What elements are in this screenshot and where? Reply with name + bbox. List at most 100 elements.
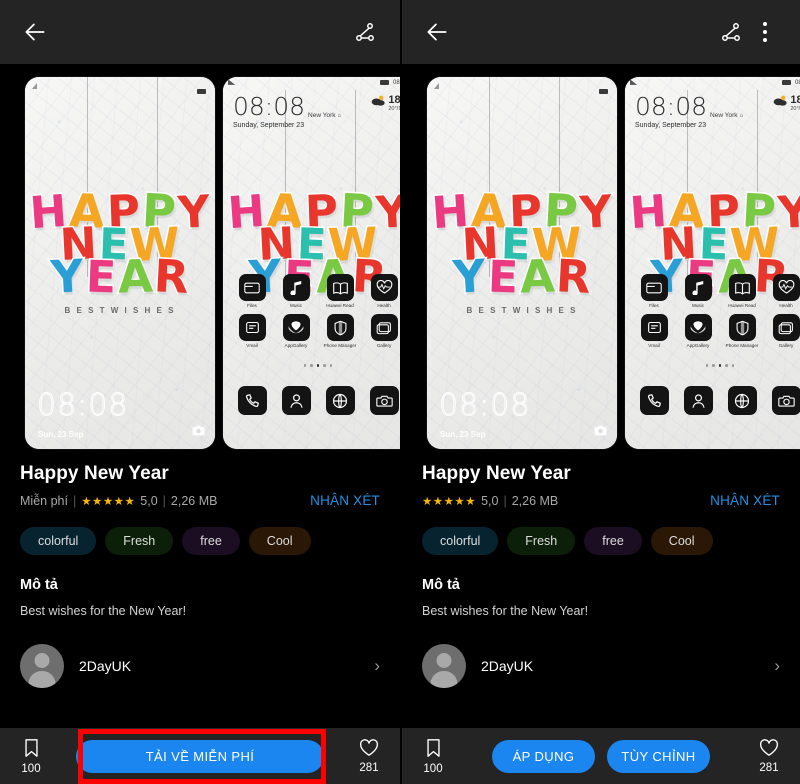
app-icon-camera[interactable]	[764, 386, 800, 415]
tag-colorful[interactable]: colorful	[422, 527, 499, 555]
person-icon	[683, 386, 713, 415]
preview-home-screen[interactable]: 08:08 08:08 New York ⌂ Sunday, September…	[223, 77, 400, 449]
app-icon-gallery[interactable]: Gallery	[764, 314, 800, 348]
tag-fresh[interactable]: Fresh	[105, 527, 174, 555]
file-size: 2,26 MB	[170, 493, 218, 508]
back-button[interactable]	[18, 15, 52, 49]
tag-list[interactable]: colorful Fresh free Cool	[422, 527, 780, 555]
app-icon-appgallery[interactable]: AppGallery	[676, 314, 720, 348]
home-clock-widget[interactable]: 08:08 New York ⌂ Sunday, September 23	[635, 94, 800, 129]
tag-free[interactable]: free	[584, 527, 642, 555]
meta-divider: |	[162, 493, 166, 508]
reviews-link[interactable]: NHẬN XÉT	[710, 493, 780, 508]
meta-divider: |	[72, 493, 77, 508]
tag-cool[interactable]: Cool	[650, 527, 713, 555]
app-icon-music[interactable]: Music	[274, 274, 318, 308]
home-icon-small: ⌂	[337, 113, 342, 119]
app-icon-label: Huawei Read	[326, 303, 354, 308]
appgallery-icon	[282, 314, 310, 341]
customize-button[interactable]: TÙY CHỈNH	[607, 739, 710, 773]
page-title: Happy New Year	[422, 463, 571, 484]
app-icon-contacts[interactable]	[274, 386, 318, 415]
battery-icon	[782, 80, 792, 86]
preview-home-screen[interactable]: 08:08 08:08 New York ⌂ Sunday, September…	[625, 77, 800, 449]
status-time: 08:08	[392, 80, 400, 87]
lock-date: Sun, 23 Sep	[38, 430, 84, 439]
camera-icon	[192, 423, 205, 441]
bottom-action-bar: 100 TẢI VỀ MIỄN PHÍ 281	[0, 728, 400, 784]
heartbeat-icon	[370, 274, 398, 301]
like-button[interactable]: 281	[738, 738, 800, 774]
app-icon-files[interactable]: Files	[230, 274, 274, 308]
app-icon-camera[interactable]	[362, 386, 400, 415]
lock-clock: 08:08	[36, 388, 129, 424]
status-right: 08:08	[380, 80, 400, 87]
description-body: Best wishes for the New Year!	[422, 604, 589, 618]
description-heading: Mô tả	[422, 577, 460, 593]
app-icon-files[interactable]: Files	[632, 274, 676, 308]
tag-free[interactable]: free	[182, 527, 240, 555]
reviews-link[interactable]: NHẬN XÉT	[310, 493, 380, 508]
status-time: 08:08	[794, 80, 800, 87]
app-icon-gallery[interactable]: Gallery	[362, 314, 400, 348]
preview-lock-screen[interactable]: HAPPY NEW YEAR B E S T W I S H E S 08:08…	[427, 77, 617, 449]
tag-list[interactable]: colorful Fresh free Cool	[20, 527, 380, 555]
headline-letter: E	[83, 250, 118, 305]
preview-lock-screen[interactable]: HAPPY NEW YEAR B E S T W I S H E S 08:08…	[25, 77, 215, 449]
like-button[interactable]: 281	[338, 738, 400, 774]
tag-colorful[interactable]: colorful	[20, 527, 97, 555]
share-button[interactable]	[348, 15, 382, 49]
app-icon-label: Vmail	[648, 343, 660, 348]
developer-row[interactable]: 2DayUK ›	[20, 644, 380, 688]
app-icon-contacts[interactable]	[676, 386, 720, 415]
app-icon-label: AppGallery	[284, 343, 308, 348]
app-icon-grid[interactable]: Files Music Huawei Read Health Vmail AppGalle…	[230, 274, 400, 348]
app-dock[interactable]	[230, 386, 400, 415]
app-icon-phone-manager[interactable]: Phone Manager	[318, 314, 362, 348]
app-icon-huawei-read[interactable]: Huawei Read	[318, 274, 362, 308]
more-options-button[interactable]	[748, 15, 782, 49]
app-icon-phone[interactable]	[632, 386, 676, 415]
app-icon-huawei-read[interactable]: Huawei Read	[720, 274, 764, 308]
app-icon-phone-manager[interactable]: Phone Manager	[720, 314, 764, 348]
app-icon-vmail[interactable]: Vmail	[632, 314, 676, 348]
meta-group: Miễn phí | ★★★★★ 5,0 | 2,26 MB	[20, 494, 217, 508]
apply-button[interactable]: ÁP DỤNG	[492, 739, 595, 773]
app-icon-vmail[interactable]: Vmail	[230, 314, 274, 348]
home-clock-widget[interactable]: 08:08 New York ⌂ Sunday, September 23	[233, 94, 400, 129]
tag-fresh[interactable]: Fresh	[507, 527, 576, 555]
preview-thumbnail-strip[interactable]: HAPPY NEW YEAR B E S T W I S H E S 08:08…	[402, 64, 800, 449]
bookmark-icon	[425, 738, 442, 761]
share-node-icon	[719, 20, 743, 44]
back-button[interactable]	[420, 15, 454, 49]
page-indicator	[625, 364, 800, 367]
page-dot	[712, 364, 715, 367]
headline-subtitle: B E S T W I S H E S	[64, 305, 176, 315]
weather-cloud-icon	[371, 94, 386, 112]
home-clock: 08:08	[635, 92, 708, 121]
app-icon-phone[interactable]	[230, 386, 274, 415]
app-icon-health[interactable]: Health	[362, 274, 400, 308]
chevron-right-icon: ›	[774, 656, 780, 675]
home-date: Sunday, September 23	[233, 122, 305, 129]
download-free-button[interactable]: TẢI VỀ MIỄN PHÍ	[76, 739, 324, 773]
app-icon-grid[interactable]: Files Music Huawei Read Health Vmail AppGalle…	[632, 274, 800, 348]
preview-thumbnail-strip[interactable]: HAPPY NEW YEAR B E S T W I S H E S 08:08…	[0, 64, 400, 449]
app-icon-health[interactable]: Health	[764, 274, 800, 308]
developer-row[interactable]: 2DayUK ›	[422, 644, 780, 688]
bookmark-button[interactable]: 100	[0, 738, 62, 775]
app-icon-appgallery[interactable]: AppGallery	[274, 314, 318, 348]
app-bar	[402, 0, 800, 64]
browser-globe-icon	[325, 386, 355, 415]
share-button[interactable]	[714, 15, 748, 49]
browser-globe-icon	[727, 386, 757, 415]
theme-info-section: Happy New Year ★★★★★ 5,0 | 2,26 MB NHẬN …	[402, 449, 800, 688]
app-icon-browser[interactable]	[720, 386, 764, 415]
headline-letter: R	[554, 248, 594, 306]
battery-icon	[380, 80, 390, 86]
app-icon-browser[interactable]	[318, 386, 362, 415]
app-dock[interactable]	[632, 386, 800, 415]
tag-cool[interactable]: Cool	[248, 527, 311, 555]
bookmark-button[interactable]: 100	[402, 738, 464, 775]
app-icon-music[interactable]: Music	[676, 274, 720, 308]
